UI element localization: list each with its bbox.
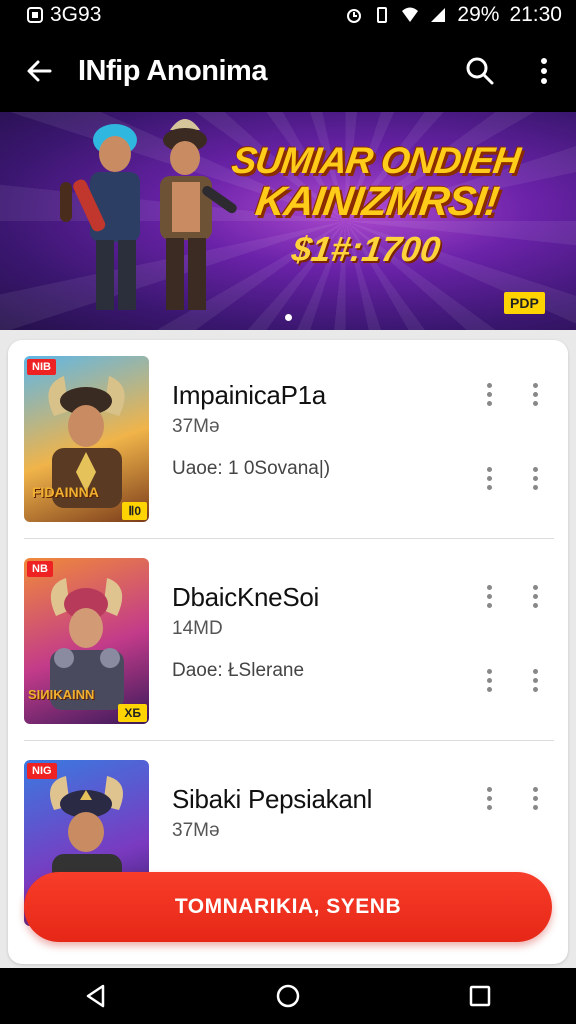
banner-line-3: $1#:1700 [289,230,443,269]
game-thumbnail: NIB FIDAINNA Ⅱ0 [24,356,149,522]
clock: 21:30 [509,3,562,26]
game-name: ImpainicaΡ1a [172,380,326,410]
banner-tag: PDP [504,292,545,314]
list-item[interactable]: NIB FIDAINNA Ⅱ0 ImpainicaΡ1a 37Mə Uaoe: … [8,340,568,540]
item-more-button-2[interactable] [520,460,550,496]
divider [24,740,554,741]
alarm-icon [347,9,362,23]
nav-home-icon [276,984,300,1008]
nav-back-icon [86,984,105,1008]
heroes-illustration [60,119,237,310]
game-size: 37Mə [172,416,220,437]
nav-back-button[interactable] [56,968,136,1024]
battery-percent: 29% [457,3,500,26]
divider [24,538,554,539]
primary-action-button[interactable]: TOMNARIKIA, SYENB [24,872,552,942]
game-corner-label: ХБ [118,704,147,722]
nav-recents-button[interactable] [440,968,520,1024]
game-badge: NB [27,561,53,577]
game-name: Sibaki Pepsiakanl [172,784,373,814]
search-icon [466,57,494,85]
status-bar: 3G93 29% 21:30 [0,0,576,30]
app-bar: INfip Anonima [0,30,576,112]
banner-line-2: KAINIZMRSI! [252,178,502,224]
status-left-text: 3G93 [50,3,102,26]
item-menu-button[interactable] [474,780,504,816]
banner-line-1: SUMIAR ONDIEH [229,140,523,181]
item-menu-button-2[interactable] [474,460,504,496]
item-more-button[interactable] [520,780,550,816]
game-list-card: NIB FIDAINNA Ⅱ0 ImpainicaΡ1a 37Mə Uaoe: … [8,340,568,964]
game-meta: Daoe: ŁSlerane [172,660,305,681]
item-more-button-2[interactable] [520,662,550,698]
page-title: INfip Anonima [78,54,267,87]
promo-banner[interactable]: SUMIAR ONDIEH KAINIZMRSI! $1#:1700 PDP [0,112,576,330]
game-title-art: FIDAINNA [32,484,99,500]
nav-home-button[interactable] [248,968,328,1024]
game-badge: NIG [27,763,57,779]
back-button[interactable] [0,30,78,112]
game-name: DbaicKneSoi [172,582,320,612]
wifi-icon [402,7,419,22]
game-thumbnail: NB SIИIKAINN ХБ [24,558,149,724]
more-vert-icon [541,58,547,84]
signal-icon [431,8,446,22]
nav-recents-icon [469,985,491,1007]
game-badge: NIB [27,359,56,375]
game-meta: Uaoe: 1 0Sovana|) [172,458,331,479]
item-menu-button-2[interactable] [474,662,504,698]
item-menu-button[interactable] [474,578,504,614]
vibrate-icon [377,7,388,23]
search-button[interactable] [448,30,512,112]
game-size: 14MD [172,618,223,639]
item-more-button[interactable] [520,376,550,412]
overflow-menu-button[interactable] [512,30,576,112]
game-title-art: SIИIKAINN [28,687,95,702]
game-size: 37Mə [172,820,220,841]
system-nav-bar [0,968,576,1024]
carousel-indicator[interactable] [285,314,292,321]
game-corner-label: Ⅱ0 [122,502,147,520]
arrow-back-icon [27,60,52,82]
list-item[interactable]: NB SIИIKAINN ХБ DbaicKneSoi 14MD Daoe: Ł… [8,542,568,742]
item-menu-button[interactable] [474,376,504,412]
item-more-button[interactable] [520,578,550,614]
notification-icon [27,7,43,23]
